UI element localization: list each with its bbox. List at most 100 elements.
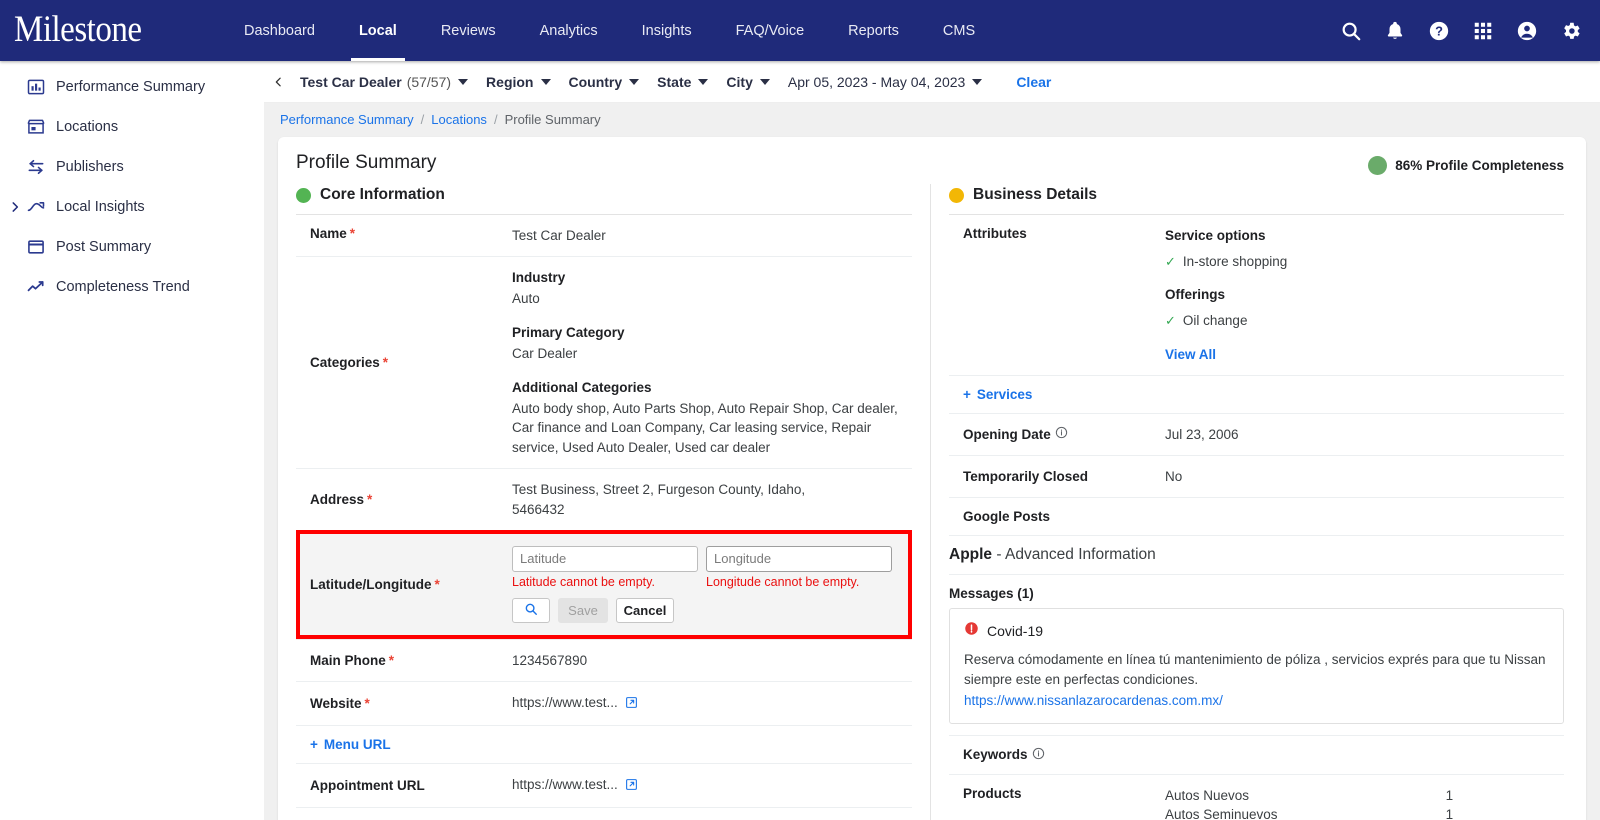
info-icon[interactable]: [1032, 747, 1045, 763]
field-row-temporarily-closed: Temporarily Closed No: [949, 454, 1564, 497]
nav-item-local[interactable]: Local: [337, 0, 419, 61]
nav-item-faq-voice[interactable]: FAQ/Voice: [714, 0, 827, 61]
business-details-title: Business Details: [973, 186, 1098, 203]
filter-account-name: Test Car Dealer: [300, 73, 402, 90]
latlng-save-button: Save: [558, 597, 608, 623]
field-value-main-phone: 1234567890: [512, 652, 588, 668]
add-prefix: +: [963, 386, 971, 402]
filter-country[interactable]: Country: [569, 74, 640, 90]
field-row-messages: Messages (1) Covid-19 Reserva cómodament…: [949, 574, 1564, 735]
field-label-name: Name *: [310, 226, 356, 241]
filter-account[interactable]: Test Car Dealer (57/57): [300, 73, 469, 90]
bell-icon[interactable]: [1384, 20, 1406, 42]
field-row-google-posts: Google Posts: [949, 497, 1564, 535]
breadcrumb-current: Profile Summary: [504, 111, 601, 127]
line-chart-icon: [26, 277, 46, 297]
chevron-down-icon[interactable]: [698, 78, 709, 85]
nav-item-insights[interactable]: Insights: [620, 0, 714, 61]
breadcrumb: Performance Summary / Locations / Profil…: [264, 103, 1600, 135]
chevron-down-icon[interactable]: [458, 78, 469, 85]
field-row-opening-date: Opening Date Jul 23, 2006: [949, 412, 1564, 455]
view-all-attributes-link[interactable]: View All: [1165, 345, 1287, 364]
sidebar-item-local-insights[interactable]: Local Insights: [0, 187, 264, 227]
top-navigation-bar: Milestone Dashboard Local Reviews Analyt…: [0, 0, 1600, 61]
messages-label: Messages (1): [949, 586, 1034, 602]
business-details-status-dot: [949, 187, 964, 203]
field-label-appointment-url: Appointment URL: [310, 778, 425, 794]
error-circle-icon: [964, 621, 979, 642]
apple-label: Apple: [949, 546, 993, 564]
message-card: Covid-19 Reserva cómodamente en línea tú…: [949, 608, 1564, 724]
nav-item-reports[interactable]: Reports: [826, 0, 921, 61]
message-link[interactable]: https://www.nissanlazarocardenas.com.mx/: [964, 691, 1549, 711]
latitude-input[interactable]: [512, 545, 698, 572]
external-link-icon[interactable]: [625, 696, 638, 712]
chevron-down-icon[interactable]: [540, 78, 551, 85]
sidebar-item-locations[interactable]: Locations: [0, 107, 264, 147]
latlng-cancel-button[interactable]: Cancel: [616, 597, 674, 623]
filter-city-label: City: [726, 73, 753, 90]
product-names: Autos Nuevos Autos Seminuevos Refaccione…: [1165, 786, 1278, 820]
chevron-down-icon[interactable]: [972, 78, 983, 85]
sidebar-item-label: Local Insights: [56, 199, 145, 215]
clear-filters-button[interactable]: Clear: [1016, 74, 1051, 90]
add-menu-url-button[interactable]: + Menu URL: [296, 737, 512, 752]
latlng-search-button[interactable]: [512, 597, 550, 623]
help-icon[interactable]: ?: [1428, 20, 1450, 42]
field-label-address: Address *: [310, 492, 373, 508]
collapse-sidebar-button[interactable]: [264, 61, 292, 103]
sidebar-item-publishers[interactable]: Publishers: [0, 147, 264, 187]
chevron-down-icon[interactable]: [759, 78, 770, 85]
field-label-main-phone: Main Phone *: [310, 652, 395, 668]
chevron-down-icon[interactable]: [629, 78, 640, 85]
account-icon[interactable]: [1516, 20, 1538, 42]
nav-item-cms[interactable]: CMS: [921, 0, 997, 61]
nav-item-dashboard[interactable]: Dashboard: [222, 0, 337, 61]
field-value-website: https://www.test...: [512, 693, 638, 714]
apps-grid-icon[interactable]: [1472, 20, 1494, 42]
categories-industry-label: Industry: [512, 270, 566, 286]
nav-item-reviews[interactable]: Reviews: [419, 0, 518, 61]
info-icon[interactable]: [1055, 426, 1068, 442]
attribute-item: ✓ Oil change: [1165, 311, 1287, 330]
field-label-categories: Categories *: [310, 355, 389, 371]
window-icon: [26, 237, 46, 257]
apple-advanced-information-title: Apple - Advanced Information: [949, 536, 1564, 564]
search-icon[interactable]: [1340, 20, 1362, 42]
filter-region[interactable]: Region: [486, 73, 551, 90]
field-row-categories: Categories * Industry Auto Primary Catego…: [296, 256, 912, 468]
attribute-item-label: Oil change: [1182, 313, 1248, 329]
milestone-logo[interactable]: Milestone: [14, 10, 164, 51]
sidebar-item-post-summary[interactable]: Post Summary: [0, 227, 264, 267]
categories-additional-value: Auto body shop, Auto Parts Shop, Auto Re…: [512, 400, 898, 455]
field-row-website: Website * https://www.test...: [296, 680, 912, 725]
field-label-products: Products: [963, 785, 1022, 801]
field-value-temporarily-closed: No: [1165, 468, 1183, 484]
add-services-button[interactable]: + Services: [949, 387, 1165, 402]
categories-primary-label: Primary Category: [512, 324, 625, 340]
external-link-icon[interactable]: [625, 779, 638, 794]
product-counts: 1 1 1: [1446, 786, 1454, 820]
field-row-services: + Services: [949, 374, 1564, 413]
filter-city[interactable]: City: [726, 73, 770, 90]
chevron-right-icon[interactable]: [8, 200, 22, 214]
filter-region-label: Region: [486, 73, 534, 90]
sidebar-item-label: Completeness Trend: [56, 279, 190, 295]
longitude-input[interactable]: [706, 545, 892, 572]
attribute-group-title: Offerings: [1165, 287, 1226, 303]
breadcrumb-item-locations[interactable]: Locations: [431, 112, 487, 127]
transfer-arrows-icon: [26, 157, 46, 177]
sidebar-item-performance-summary[interactable]: Performance Summary: [0, 67, 264, 107]
nav-item-analytics[interactable]: Analytics: [518, 0, 620, 61]
latitude-longitude-editor: Latitude/Longitude* Latitude cannot be e…: [296, 529, 912, 639]
latitude-error-message: Latitude cannot be empty.: [512, 574, 655, 589]
breadcrumb-item-performance-summary[interactable]: Performance Summary: [280, 112, 414, 127]
longitude-error-message: Longitude cannot be empty.: [706, 574, 860, 589]
filter-state[interactable]: State: [657, 74, 709, 90]
search-icon: [524, 602, 538, 619]
filter-date-range[interactable]: Apr 05, 2023 - May 04, 2023: [787, 73, 983, 90]
settings-gear-icon[interactable]: [1560, 20, 1582, 42]
field-value-categories: Industry Auto Primary Category Car Deale…: [512, 268, 912, 457]
sidebar-item-completeness-trend[interactable]: Completeness Trend: [0, 267, 264, 307]
filter-date-range-label: Apr 05, 2023 - May 04, 2023: [787, 73, 966, 90]
